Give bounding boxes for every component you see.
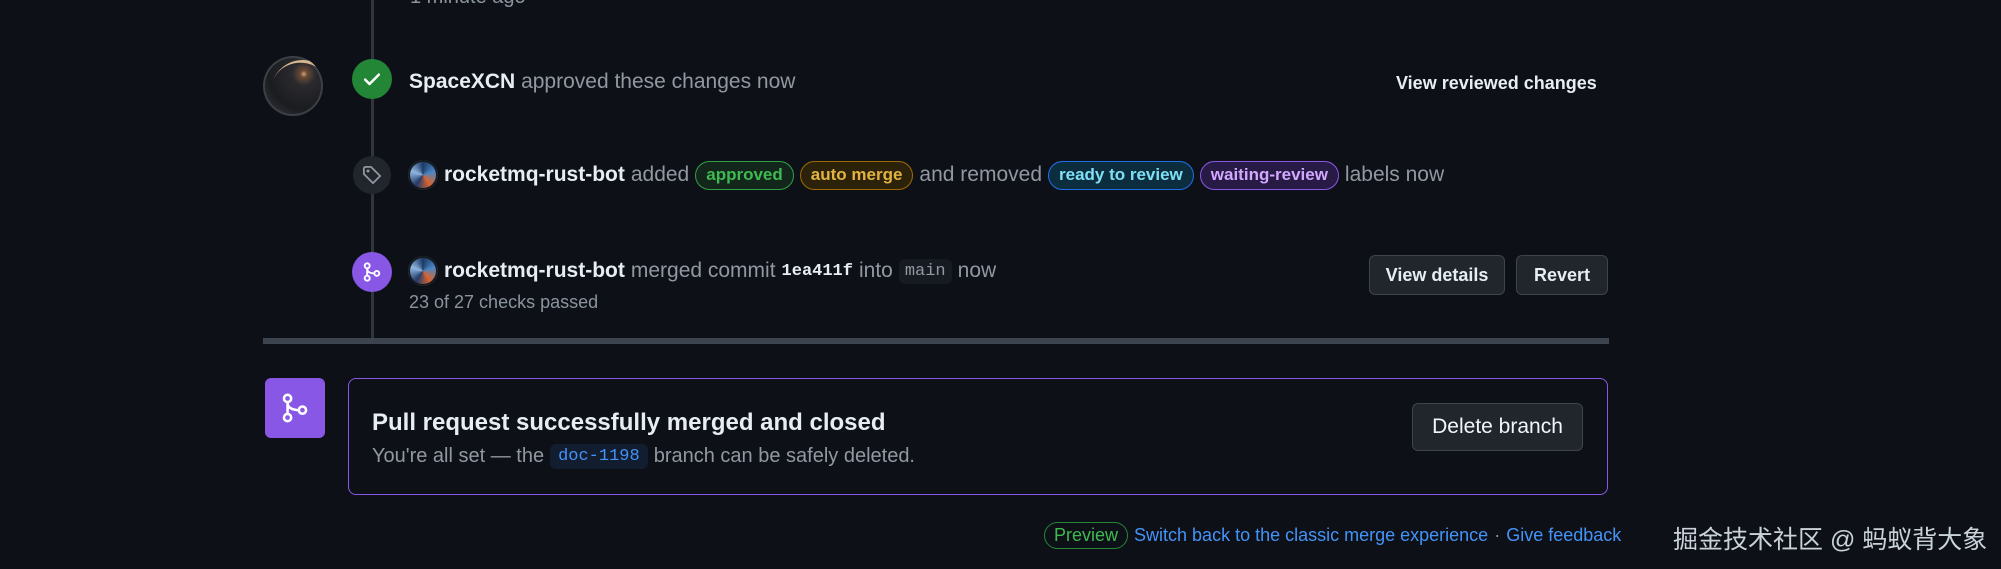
avatar-rocketmq-rust-bot[interactable] — [408, 256, 438, 286]
labels-suffix: labels now — [1344, 163, 1445, 186]
head-branch-name[interactable]: doc-1198 — [550, 444, 648, 469]
preview-badge: Preview — [1044, 522, 1129, 549]
view-reviewed-changes-link[interactable]: View reviewed changes — [1388, 69, 1605, 98]
label-auto-merge[interactable]: auto merge — [799, 160, 914, 190]
user-link-rocketmq-rust-bot[interactable]: rocketmq-rust-bot — [444, 163, 625, 187]
label-ready-to-review[interactable]: ready to review — [1048, 160, 1194, 190]
watermark: 掘金技术社区 @ 蚂蚁背大象 — [1673, 526, 1988, 554]
checks-status[interactable]: 23 of 27 checks passed — [409, 292, 598, 313]
added-text: added — [630, 163, 690, 186]
avatar-rocketmq-rust-bot[interactable] — [408, 160, 438, 190]
merge-status-title: Pull request successfully merged and clo… — [372, 409, 886, 436]
merge-sub-before: You're all set — the — [372, 445, 545, 467]
merged-time: now — [957, 259, 997, 282]
footer-separator: · — [1494, 525, 1501, 545]
commit-sha-link[interactable]: 1ea411f — [782, 262, 853, 281]
git-merge-icon — [352, 252, 392, 292]
revert-button[interactable]: Revert — [1516, 255, 1608, 295]
previous-event-time: 1 minute ago — [410, 0, 526, 9]
merged-event: rocketmq-rust-bot merged commit 1ea411f … — [408, 256, 996, 286]
into-text: into — [858, 259, 893, 282]
labels-event: rocketmq-rust-bot added approved auto me… — [408, 160, 1444, 190]
delete-branch-button[interactable]: Delete branch — [1412, 403, 1583, 451]
label-approved[interactable]: approved — [695, 160, 794, 190]
merge-sub-after: branch can be safely deleted. — [653, 445, 915, 467]
avatar-spacexcn[interactable] — [263, 56, 323, 116]
view-details-button[interactable]: View details — [1369, 255, 1505, 295]
user-link-spacexcn[interactable]: SpaceXCN — [409, 70, 515, 93]
merged-text: merged commit — [630, 259, 776, 282]
approved-text: approved these changes now — [521, 70, 796, 93]
git-merge-icon — [265, 378, 325, 438]
label-waiting-review[interactable]: waiting-review — [1199, 160, 1339, 190]
give-feedback-link[interactable]: Give feedback — [1506, 525, 1621, 546]
approved-event: SpaceXCN approved these changes now — [409, 70, 795, 94]
check-icon — [352, 59, 392, 99]
target-branch[interactable]: main — [898, 258, 952, 284]
user-link-rocketmq-rust-bot[interactable]: rocketmq-rust-bot — [444, 259, 625, 283]
timeline-divider — [263, 338, 1609, 344]
switch-classic-link[interactable]: Switch back to the classic merge experie… — [1134, 525, 1488, 546]
tag-icon — [353, 156, 391, 194]
merge-status-subtitle: You're all set — the doc-1198 branch can… — [372, 444, 915, 469]
removed-text: and removed — [919, 163, 1042, 186]
merge-experience-footer: Preview Switch back to the classic merge… — [1044, 522, 1621, 549]
